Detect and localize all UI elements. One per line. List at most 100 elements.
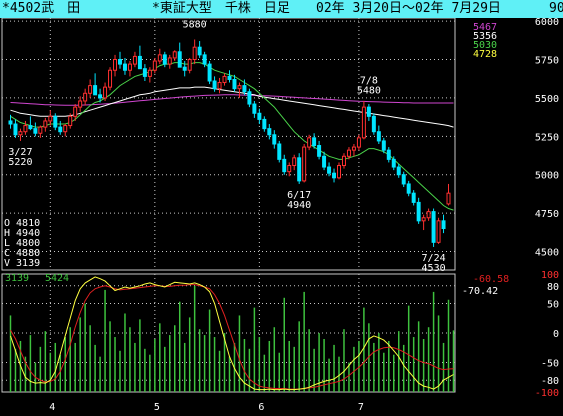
ma-legend-value: 4728 (473, 49, 497, 60)
candle-body (187, 58, 192, 71)
candle-body (68, 115, 73, 127)
candle-body (426, 211, 431, 219)
candle-body (118, 58, 122, 65)
candle-body (327, 166, 332, 174)
candle-body (43, 120, 48, 128)
moving-average-lines (10, 62, 454, 211)
oscillator-tick-label: -100 (535, 388, 559, 399)
candle-body (142, 68, 147, 77)
candle-body (262, 118, 267, 130)
candle-body (28, 125, 33, 130)
price-tick-label: 5500 (535, 94, 559, 105)
candle-body (431, 211, 436, 243)
candle-body (113, 58, 118, 71)
price-panel-frame (1, 18, 456, 271)
ma-short-line (10, 62, 454, 211)
candle-body (267, 128, 272, 136)
annotation-price: 5480 (357, 85, 381, 96)
candle-body (282, 158, 287, 173)
candle-body (332, 172, 337, 179)
oscillator-legend-slow: -60.58 (473, 274, 509, 285)
candle-body (441, 220, 446, 230)
candle-body (58, 126, 63, 133)
candle-body (287, 165, 292, 173)
candle-body (63, 125, 68, 133)
candle-body (376, 131, 381, 142)
x-tick-label: 4 (49, 402, 55, 413)
candle-body (197, 46, 202, 56)
candle-body (446, 192, 451, 205)
candlesticks (8, 39, 451, 247)
price-tick-label: 6000 (535, 18, 559, 28)
chart-title-bar: *4502武 田 *東証大型 千株 日足 02年 3月20日～02年 7月29日… (0, 0, 563, 18)
candle-body (98, 94, 103, 99)
price-tick-label: 5750 (535, 55, 559, 66)
oscillator-slow-line (10, 284, 454, 390)
oscillator-lines (10, 276, 454, 391)
candle-body (341, 155, 346, 167)
volume-bars (9, 286, 455, 392)
candle-body (162, 54, 167, 65)
candle-body (337, 165, 341, 179)
candle-body (257, 112, 262, 120)
x-tick-label: 7 (358, 402, 364, 413)
candle-body (346, 149, 351, 157)
candle-body (18, 131, 23, 136)
candle-body (401, 174, 406, 185)
annotation-price: 5880 (183, 19, 207, 30)
oscillator-tick-label: 50 (547, 300, 559, 311)
ma-long-line (10, 94, 454, 106)
oscillator-tick-label: -50 (541, 359, 559, 370)
candle-body (292, 157, 297, 167)
candle-body (122, 63, 127, 71)
candle-body (23, 125, 28, 133)
candle-body (351, 146, 356, 151)
price-tick-label: 4500 (535, 248, 559, 259)
oscillator-tick-label: 100 (541, 270, 559, 281)
candle-body (147, 69, 152, 77)
candle-body (356, 137, 361, 148)
volume-legend-max: 5424 (45, 273, 69, 284)
candle-body (222, 75, 227, 84)
annotation-price: 5220 (8, 157, 32, 168)
stock-code-name: *4502武 田 (2, 1, 81, 16)
candle-body (312, 137, 317, 147)
oscillator-tick-label: 0 (553, 329, 559, 340)
candle-body (13, 123, 18, 136)
title-trailing-text: 90 (549, 1, 563, 16)
candle-body (38, 126, 43, 134)
candle-body (361, 106, 366, 139)
candle-body (406, 183, 411, 194)
stock-chart: 6000 5750 5500 5250 5000 4750 4500 10080 50 0 -50 -… (1, 18, 559, 413)
oscillator-tick-label: -80 (541, 376, 559, 387)
chart-labels: 6000 5750 5500 5250 5000 4750 4500 10080 50 0 -50 -… (4, 18, 559, 413)
candle-body (302, 146, 307, 182)
candle-body (366, 106, 371, 117)
candle-body (272, 134, 277, 145)
candle-body (416, 201, 421, 222)
annotation-price: 4940 (287, 200, 311, 211)
candle-body (386, 149, 391, 160)
candle-body (232, 78, 237, 90)
candle-body (247, 91, 252, 105)
x-tick-label: 6 (258, 402, 264, 413)
candle-body (192, 46, 197, 60)
candle-body (137, 55, 142, 70)
candle-body (108, 69, 113, 88)
candle-body (207, 63, 212, 82)
candle-body (202, 54, 207, 65)
price-tick-label: 5250 (535, 132, 559, 143)
oscillator-fast-line (10, 276, 454, 391)
candle-body (237, 85, 242, 90)
ohlc-info-line: V 3139 (4, 258, 40, 269)
x-tick-label: 5 (154, 402, 160, 413)
candle-body (33, 128, 38, 134)
price-tick-label: 4750 (535, 209, 559, 220)
candle-body (252, 103, 257, 114)
candle-body (83, 92, 88, 102)
candle-body (103, 86, 108, 99)
candle-body (396, 166, 401, 176)
candle-body (212, 80, 217, 90)
candle-body (93, 85, 98, 96)
price-tick-label: 5000 (535, 171, 559, 182)
